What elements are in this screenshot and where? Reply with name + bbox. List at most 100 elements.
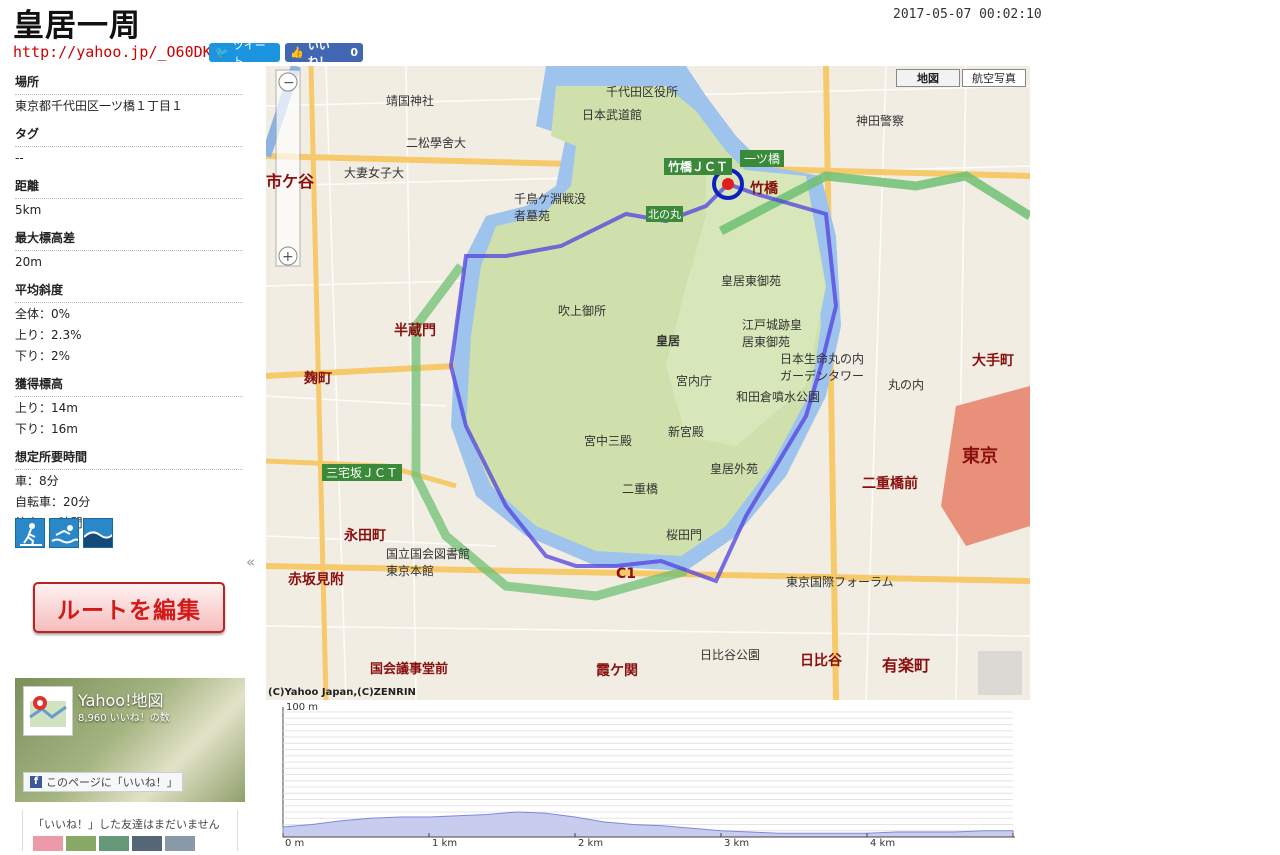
map-label: 皇居外苑: [710, 462, 759, 476]
max-elevation-diff-label: 最大標高差: [15, 226, 243, 251]
map-label: 三宅坂ＪＣＴ: [322, 464, 403, 481]
map-label: 新宮殿: [668, 425, 705, 439]
thumbs-up-icon: 👍: [290, 46, 304, 59]
route-info-panel: 場所 東京都千代田区一ツ橋１丁目１ タグ -- 距離 5km 最大標高差 20m…: [15, 70, 243, 539]
map-label: 宮中三殿: [584, 434, 633, 448]
twitter-bird-icon: 🐦: [215, 46, 229, 59]
map-label: 神田警察: [856, 114, 905, 128]
map-copyright: (C)Yahoo Japan,(C)ZENRIN: [268, 687, 416, 698]
elevation-gain-down: 下り：16m: [15, 422, 78, 436]
map-label: 北の丸: [646, 206, 683, 222]
map-label: 千鳥ケ淵戦没者墓苑: [514, 192, 587, 223]
map-label: 皇居東御苑: [721, 274, 782, 288]
map-label: 市ケ谷: [266, 172, 315, 191]
map-label: 日比谷公園: [700, 648, 761, 662]
avg-slope-label: 平均斜度: [15, 278, 243, 303]
avatar: [33, 836, 63, 851]
elevation-chart: [282, 707, 1015, 838]
x-tick-label: 1 km: [432, 838, 458, 849]
location-value: 東京都千代田区一ツ橋１丁目１: [15, 99, 184, 113]
est-time-label: 想定所要時間: [15, 445, 243, 470]
fb-friends-text: 「いいね！」した友達はまだいません: [33, 818, 220, 831]
x-tick-label: 2 km: [578, 838, 604, 849]
x-tick-label: 4 km: [870, 838, 896, 849]
edit-route-button[interactable]: ルートを編集: [33, 582, 225, 633]
route-map[interactable]: − + 地図 航空写真 靖国神社 日本武道館 千代田区役所 二松學舍大 大妻女子…: [266, 66, 1030, 700]
like-count: 0: [350, 46, 358, 59]
page-title: 皇居一周: [13, 8, 141, 44]
map-label: 麹町: [304, 371, 332, 387]
avg-slope-overall: 全体：0%: [15, 307, 71, 321]
map-label: 日比谷: [800, 653, 842, 669]
like-label: いいね！: [307, 38, 330, 68]
map-label: 半蔵門: [394, 323, 436, 339]
map-label: 靖国神社: [386, 94, 435, 108]
yahoo-map-logo-icon: [23, 686, 73, 736]
map-label: 赤坂見附: [288, 572, 344, 588]
fb-page-name[interactable]: Yahoo!地図: [78, 687, 164, 711]
max-elevation-diff-value: 20m: [15, 255, 42, 269]
map-label: 日本武道館: [582, 108, 643, 122]
fb-friends-note: 「いいね！」した友達はまだいません: [22, 810, 238, 851]
avatar: [132, 836, 162, 851]
elevation-profile: 100 m 0 m 1 km 2 km 3 km 4 km: [282, 702, 1015, 851]
map-label: 桜田門: [666, 528, 703, 542]
map-label: 日本生命丸の内ガーデンタワー: [780, 352, 865, 383]
avg-slope-up: 上り：2.3%: [15, 328, 82, 342]
map-label: 千代田区役所: [606, 85, 679, 99]
avatar: [99, 836, 129, 851]
map-label: 吹上御所: [558, 304, 607, 318]
facebook-f-icon: f: [30, 776, 42, 788]
avg-slope-down: 下り：2%: [15, 349, 71, 363]
map-label: 一ツ橋: [740, 150, 785, 167]
map-label: 竹橋ＪＣＴ: [664, 158, 733, 175]
map-label: 竹橋: [750, 181, 778, 197]
distance-value: 5km: [15, 203, 42, 217]
map-label: 東京: [962, 446, 998, 467]
map-label: 永田町: [344, 528, 386, 544]
fb-like-count: 8,960 いいね！の数: [78, 713, 170, 724]
collapse-sidebar-icon[interactable]: «: [246, 553, 255, 571]
est-time-bike: 自転車：20分: [15, 495, 91, 509]
activity-icons: [15, 518, 113, 548]
walk-icon[interactable]: [15, 518, 45, 548]
map-label: 江戸城跡皇居東御苑: [742, 318, 803, 349]
short-url-link[interactable]: http://yahoo.jp/_O60DK: [13, 43, 212, 61]
fb-friend-avatars: [33, 836, 227, 851]
facebook-like-button[interactable]: 👍 いいね！ 0: [285, 39, 363, 68]
location-label: 場所: [15, 70, 243, 95]
wave-icon[interactable]: [83, 518, 113, 548]
tweet-label: ツイート: [232, 38, 266, 68]
map-label: 皇居: [656, 334, 681, 348]
map-label: 大手町: [972, 353, 1014, 369]
fb-like-page-label: このページに「いいね！」: [46, 776, 178, 789]
avatar: [165, 836, 195, 851]
elevation-gain-up: 上り：14m: [15, 401, 78, 415]
map-label: 二重橋前: [862, 476, 918, 492]
tweet-button[interactable]: 🐦 ツイート: [209, 39, 280, 68]
map-label: 有楽町: [882, 656, 931, 675]
map-label: 大妻女子大: [344, 166, 405, 180]
map-label: 二松學舍大: [406, 136, 467, 150]
x-tick-label: 0 m: [285, 838, 305, 849]
elevation-max-label: 100 m: [286, 702, 319, 713]
x-tick-label: 3 km: [724, 838, 750, 849]
fb-like-page-button[interactable]: f このページに「いいね！」: [23, 772, 183, 792]
map-label: 丸の内: [888, 378, 925, 392]
distance-label: 距離: [15, 174, 243, 199]
map-label: 霞ケ関: [596, 663, 638, 679]
swim-icon[interactable]: [49, 518, 79, 548]
map-labels: 靖国神社 日本武道館 千代田区役所 二松學舍大 大妻女子大 竹橋ＪＣＴ 竹橋 一…: [266, 66, 1030, 700]
map-label: 国会議事堂前: [370, 662, 449, 677]
map-label: 東京国際フォーラム: [786, 575, 894, 589]
facebook-page-widget[interactable]: Yahoo!地図 8,960 いいね！の数 f このページに「いいね！」: [15, 678, 245, 802]
tags-label: タグ: [15, 122, 243, 147]
map-label: 宮内庁: [676, 374, 713, 388]
elevation-gain-label: 獲得標高: [15, 372, 243, 397]
map-label: 和田倉噴水公園: [736, 390, 821, 404]
avatar: [66, 836, 96, 851]
map-label: 国立国会図書館東京本館: [386, 547, 471, 578]
map-label: 二重橋: [622, 482, 659, 496]
tags-value: --: [15, 151, 24, 165]
est-time-car: 車：8分: [15, 474, 59, 488]
